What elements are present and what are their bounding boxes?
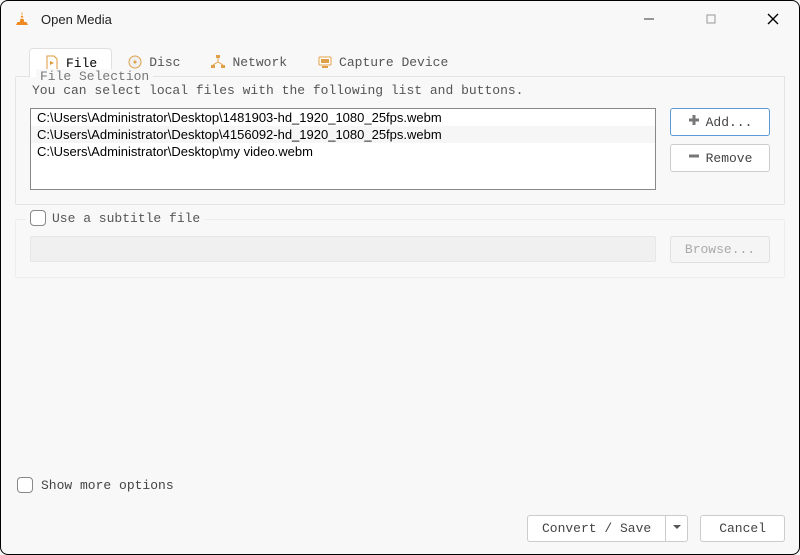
tab-capture[interactable]: Capture Device — [302, 47, 463, 76]
tab-network-label: Network — [232, 55, 287, 70]
window-title: Open Media — [41, 12, 633, 27]
tab-network[interactable]: Network — [195, 47, 302, 76]
list-item[interactable]: C:\Users\Administrator\Desktop\my video.… — [31, 143, 655, 160]
content-area: File Disc Network Capture Device — [1, 37, 799, 509]
convert-label: Convert / Save — [542, 521, 651, 536]
list-item[interactable]: C:\Users\Administrator\Desktop\1481903-h… — [31, 109, 655, 126]
cancel-button[interactable]: Cancel — [700, 515, 785, 542]
add-button[interactable]: Add... — [670, 108, 770, 136]
convert-save-split-button: Convert / Save — [527, 515, 688, 542]
browse-label: Browse... — [685, 242, 755, 257]
remove-button[interactable]: Remove — [670, 144, 770, 172]
titlebar: Open Media — [1, 1, 799, 37]
file-list[interactable]: C:\Users\Administrator\Desktop\1481903-h… — [30, 108, 656, 190]
window-controls — [633, 5, 789, 33]
tab-disc-label: Disc — [149, 55, 180, 70]
convert-save-dropdown[interactable] — [666, 515, 688, 542]
minus-icon — [688, 150, 700, 166]
browse-button: Browse... — [670, 236, 770, 263]
file-selection-legend: File Selection — [36, 69, 153, 84]
subtitle-path-input — [30, 236, 656, 262]
show-more-checkbox[interactable] — [17, 477, 33, 493]
capture-icon — [317, 54, 333, 70]
file-selection-hint: You can select local files with the foll… — [32, 83, 770, 98]
cancel-label: Cancel — [719, 521, 766, 536]
list-item[interactable]: C:\Users\Administrator\Desktop\4156092-h… — [31, 126, 655, 143]
minimize-button[interactable] — [633, 5, 665, 33]
remove-label: Remove — [706, 151, 753, 166]
subtitle-legend: Use a subtitle file — [52, 211, 200, 226]
show-more-row: Show more options — [17, 477, 783, 493]
open-media-window: Open Media File — [0, 0, 800, 555]
close-button[interactable] — [757, 5, 789, 33]
show-more-label: Show more options — [41, 478, 174, 493]
convert-save-button[interactable]: Convert / Save — [527, 515, 666, 542]
network-icon — [210, 54, 226, 70]
subtitle-group: Use a subtitle file Browse... — [15, 219, 785, 278]
vlc-cone-icon — [13, 10, 31, 28]
maximize-button[interactable] — [695, 5, 727, 33]
disc-icon — [127, 54, 143, 70]
add-label: Add... — [706, 115, 753, 130]
plus-icon — [688, 114, 700, 130]
chevron-down-icon — [672, 521, 682, 536]
footer: Convert / Save Cancel — [1, 509, 799, 554]
subtitle-checkbox[interactable] — [30, 210, 46, 226]
tab-capture-label: Capture Device — [339, 55, 448, 70]
file-selection-group: File Selection You can select local file… — [15, 76, 785, 205]
